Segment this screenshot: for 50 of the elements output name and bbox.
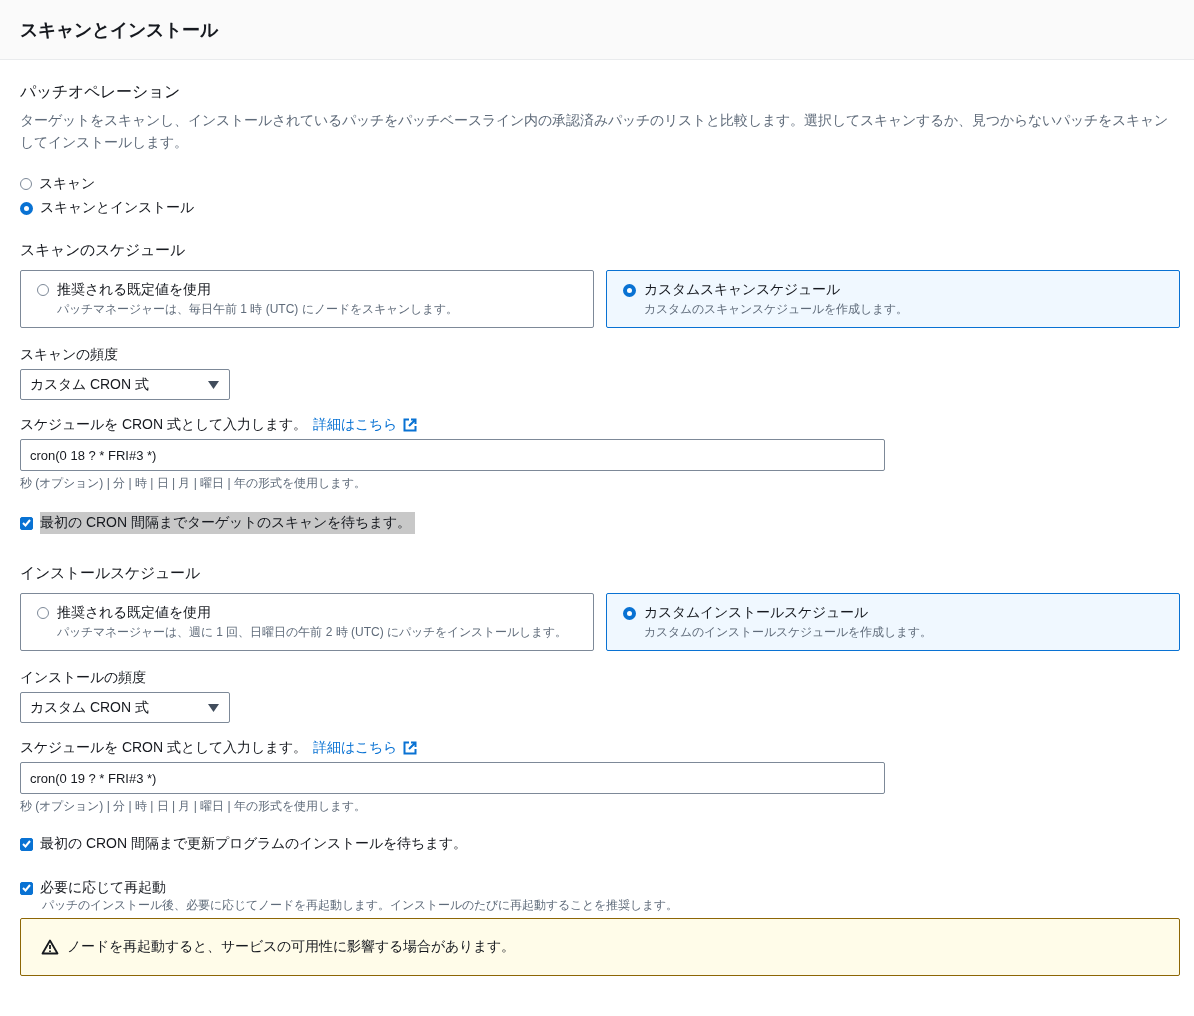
section-heading: インストールスケジュール [20,564,201,583]
radio-button[interactable] [20,178,32,190]
option-description: カスタムのインストールスケジュールを作成します。 [644,624,932,641]
option-label: 推奨される既定値を使用 [57,604,212,622]
schedule-option-card[interactable]: カスタムスキャンスケジュール カスタムのスキャンスケジュールを作成します。 [606,270,1180,328]
radio-label: スキャンとインストール [40,199,194,217]
caret-icon [208,703,219,712]
schedule-option-card[interactable]: カスタムインストールスケジュール カスタムのインストールスケジュールを作成します。 [606,593,1180,651]
frequency-select[interactable]: カスタム CRON 式 [20,692,230,723]
section-heading: スキャンのスケジュール [20,241,186,260]
external-link-icon [403,741,417,755]
option-label: 推奨される既定値を使用 [57,281,212,299]
field-label: スケジュールを CRON 式として入力します。 [20,416,307,434]
checkbox-label: 必要に応じて再起動 [40,879,166,897]
radio-button[interactable] [623,284,636,297]
learn-more-link[interactable]: 詳細はこちら [313,739,397,757]
radio-button[interactable] [37,284,49,296]
checkbox-label: 最初の CRON 間隔まで更新プログラムのインストールを待ちます。 [40,835,467,853]
schedule-option-card[interactable]: 推奨される既定値を使用 パッチマネージャーは、毎日午前 1 時 (UTC) にノードをスキャンします。 [20,270,594,328]
field-label: インストールの頻度 [20,669,147,687]
option-description: カスタムのスキャンスケジュールを作成します。 [644,301,908,318]
radio-label: スキャン [39,175,95,193]
external-link-icon [403,418,417,432]
option-description: パッチマネージャーは、週に 1 回、日曜日の午前 2 時 (UTC) にパッチをインストールします。 [57,624,567,641]
option-label: カスタムインストールスケジュール [644,604,869,622]
checkbox[interactable] [20,837,33,851]
option-description: パッチマネージャーは、毎日午前 1 時 (UTC) にノードをスキャンします。 [57,301,458,318]
warning-icon [41,939,59,955]
cron-input-field[interactable]: cron(0 18 ? * FRI#3 *) [20,439,885,471]
radio-button[interactable] [37,607,49,619]
section-heading: パッチオペレーション [20,82,181,102]
frequency-select[interactable]: カスタム CRON 式 [20,369,230,400]
checkbox[interactable] [20,516,33,530]
field-label: スキャンの頻度 [20,346,119,364]
option-label: カスタムスキャンスケジュール [644,281,841,299]
radio-button[interactable] [20,201,33,215]
field-hint: 秒 (オプション) | 分 | 時 | 日 | 月 | 曜日 | 年の形式を使用します。 [20,475,368,492]
caret-icon [208,380,219,389]
schedule-option-card[interactable]: 推奨される既定値を使用 パッチマネージャーは、週に 1 回、日曜日の午前 2 時 (UTC) にパッチをインストールします。 [20,593,594,651]
page-title: スキャンとインストール [20,18,218,42]
cron-input-field[interactable]: cron(0 19 ? * FRI#3 *) [20,762,885,794]
field-label: スケジュールを CRON 式として入力します。 [20,739,307,757]
section-description: ターゲットをスキャンし、インストールされているパッチをパッチベースライン内の承認済みパッチのリストと比較します。選択してスキャンするか、見つからないパッチをスキャンしてインストールします。 [20,111,1169,152]
radio-button[interactable] [623,607,636,620]
warning-text: ノードを再起動すると、サービスの可用性に影響する場合があります。 [67,938,515,956]
checkbox[interactable] [20,881,33,895]
checkbox-description: パッチのインストール後、必要に応じてノードを再起動します。インストールのたびに再起動することを推奨します。 [42,897,679,914]
learn-more-link[interactable]: 詳細はこちら [313,416,397,434]
field-hint: 秒 (オプション) | 分 | 時 | 日 | 月 | 曜日 | 年の形式を使用します。 [20,798,368,815]
checkbox-label: 最初の CRON 間隔までターゲットのスキャンを待ちます。 [40,512,415,534]
